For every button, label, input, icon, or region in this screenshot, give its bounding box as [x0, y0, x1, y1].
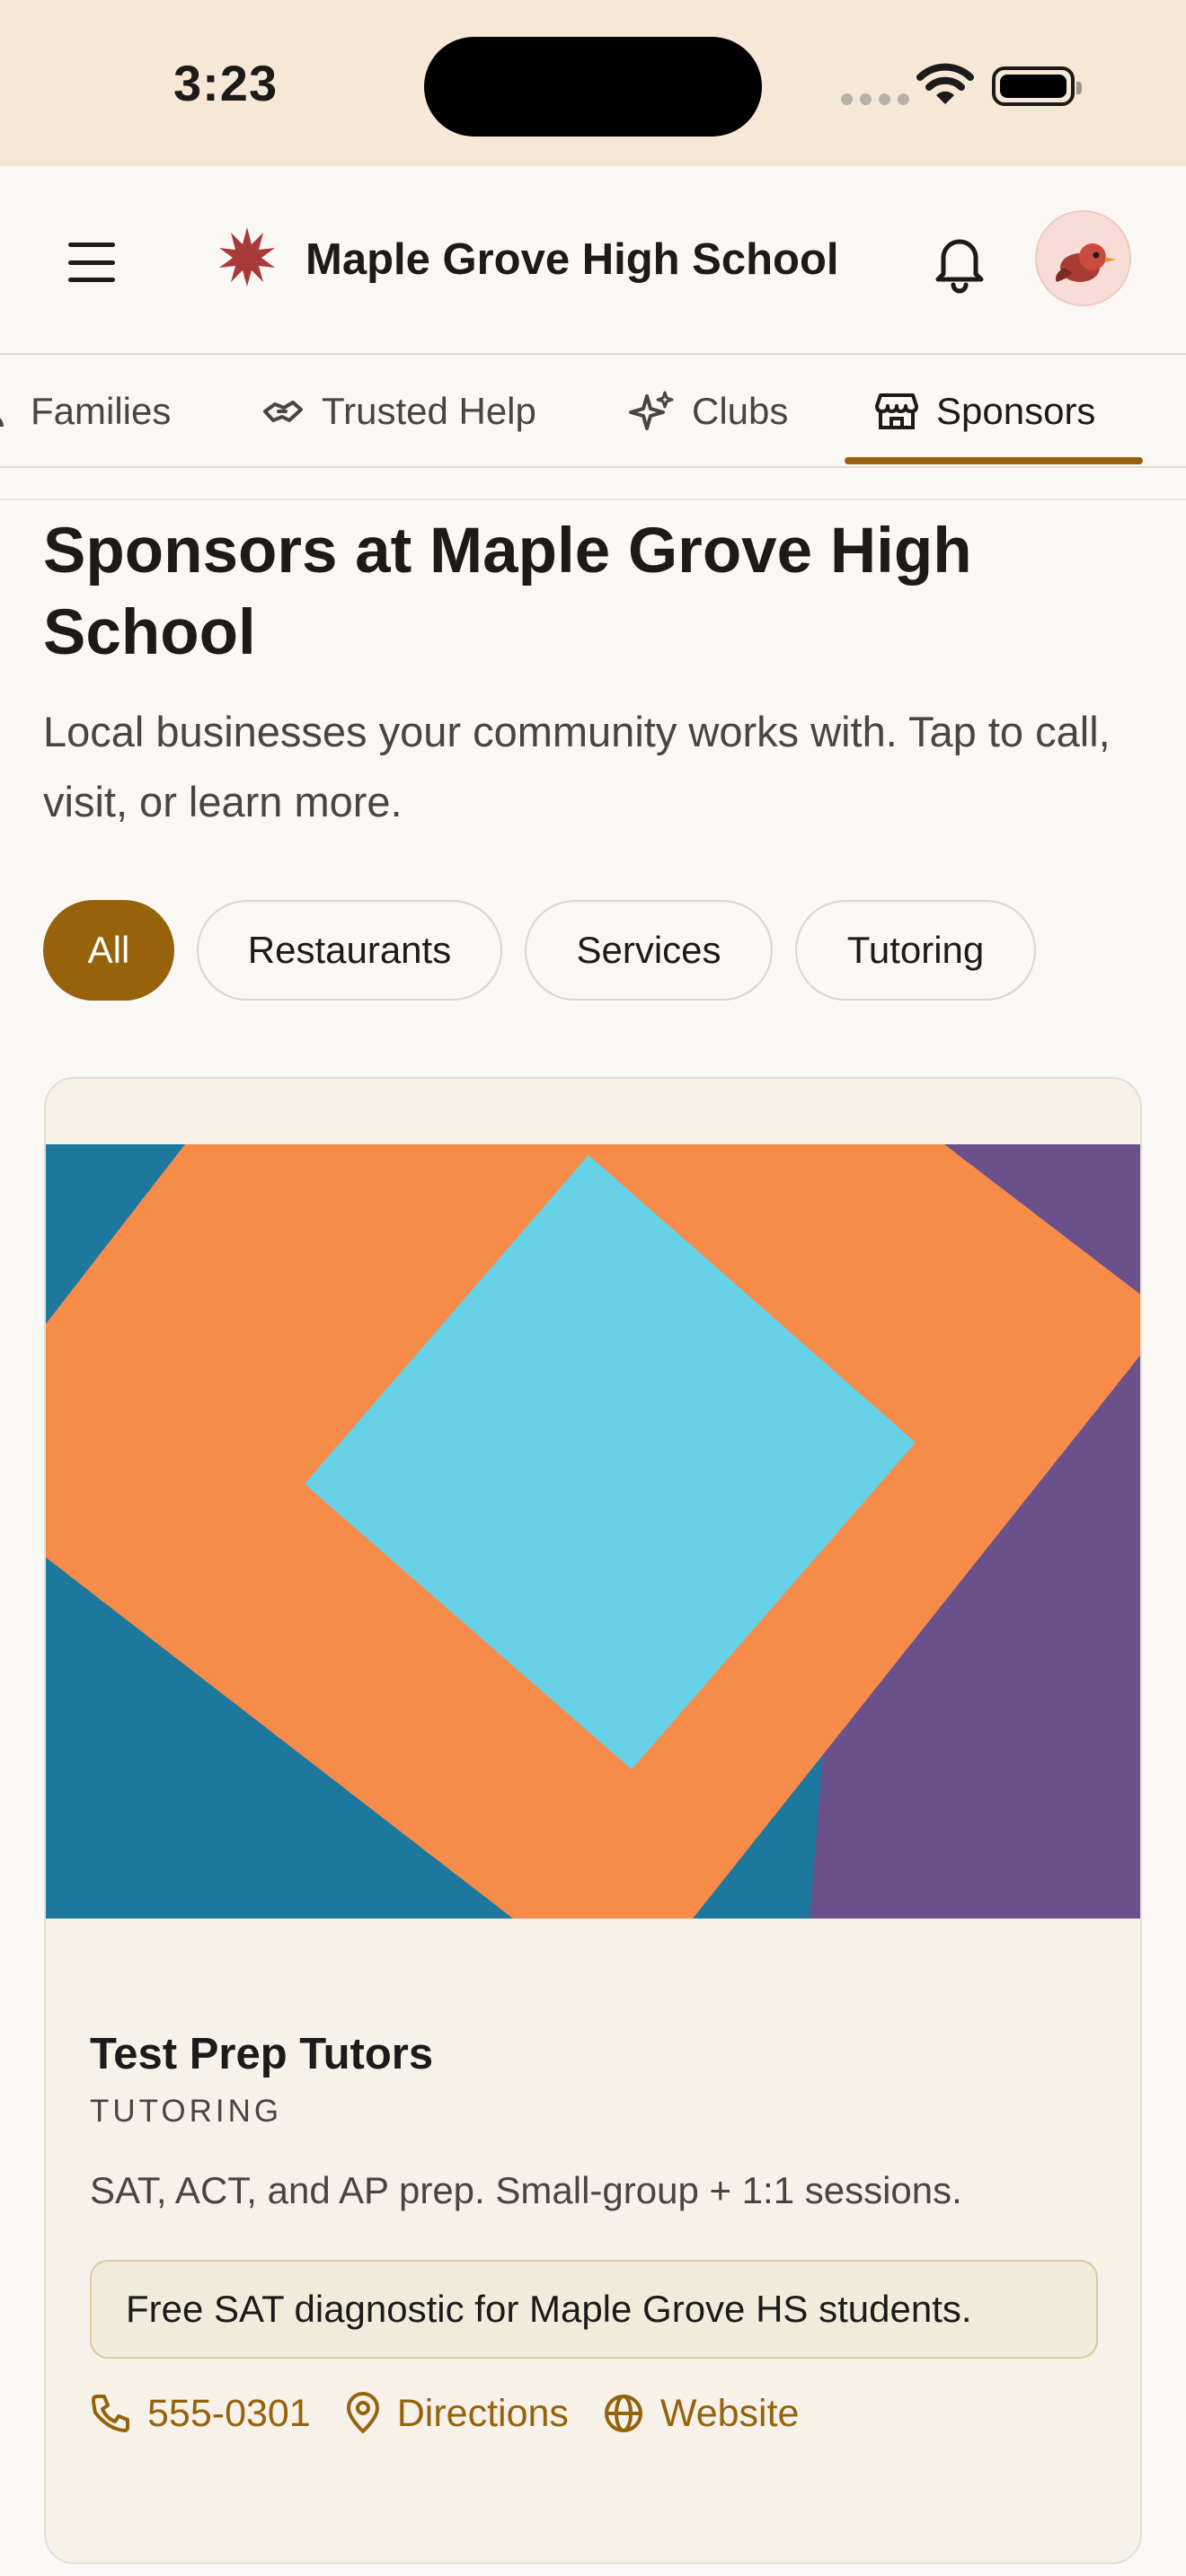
- school-logo-icon: [219, 227, 275, 287]
- globe-icon: [604, 2395, 642, 2432]
- sponsor-offer: Free SAT diagnostic for Maple Grove HS s…: [90, 2260, 1098, 2359]
- storefront-icon: [875, 393, 918, 429]
- map-pin-icon: [346, 2392, 379, 2433]
- active-tab-indicator: [845, 457, 1143, 464]
- website-button[interactable]: Website: [603, 2391, 800, 2436]
- people-icon: [0, 418, 4, 428]
- section-tabs: Families Trusted Help Clubs Sponsors: [0, 355, 1186, 468]
- directions-button[interactable]: Directions: [345, 2392, 569, 2436]
- notification-bell-icon[interactable]: [931, 231, 988, 294]
- wifi-icon: [916, 63, 974, 104]
- page-title: Sponsors at Maple Grove High School: [43, 516, 972, 668]
- filter-chip-services[interactable]: Services: [525, 900, 773, 1001]
- phone-number: 555-0301: [147, 2391, 311, 2435]
- tab-label: Clubs: [692, 390, 789, 432]
- tab-label: Sponsors: [936, 390, 1096, 432]
- divider: [0, 498, 1186, 500]
- status-time: 3:23: [173, 55, 279, 111]
- dynamic-island: [424, 37, 762, 137]
- sponsor-actions: 555-0301 Directions Website: [90, 2378, 833, 2449]
- menu-icon[interactable]: [68, 243, 115, 282]
- battery-icon: [992, 66, 1082, 106]
- tab-sponsors[interactable]: Sponsors: [875, 355, 1095, 468]
- call-button[interactable]: 555-0301: [90, 2392, 311, 2436]
- phone-icon: [92, 2395, 129, 2432]
- filter-chip-restaurants[interactable]: Restaurants: [197, 900, 502, 1001]
- user-avatar[interactable]: [1035, 210, 1131, 306]
- tab-trusted-help[interactable]: Trusted Help: [262, 355, 536, 468]
- top-app-bar: Maple Grove High School: [0, 166, 1186, 355]
- handshake-icon: [263, 401, 303, 422]
- sparkles-icon: [629, 391, 674, 430]
- sponsor-description: SAT, ACT, and AP prep. Small-group + 1:1…: [90, 2169, 962, 2211]
- filter-chip-all[interactable]: All: [43, 900, 174, 1001]
- sponsor-category: TUTORING: [90, 2094, 283, 2129]
- filter-chip-tutoring[interactable]: Tutoring: [795, 900, 1036, 1001]
- sponsor-image: [46, 1144, 1140, 1919]
- bird-avatar-icon: [1056, 243, 1116, 282]
- status-bar: 3:23: [0, 0, 1186, 166]
- sponsor-card[interactable]: Test Prep Tutors TUTORING SAT, ACT, and …: [44, 1077, 1142, 2564]
- tab-families[interactable]: Families: [0, 355, 171, 468]
- tab-clubs[interactable]: Clubs: [629, 355, 788, 468]
- directions-label: Directions: [396, 2391, 569, 2435]
- school-title: Maple Grove High School: [305, 235, 839, 284]
- tab-label: Families: [31, 390, 172, 432]
- sponsor-name: Test Prep Tutors: [90, 2030, 434, 2078]
- cellular-signal-icon: [841, 93, 909, 105]
- tab-label: Trusted Help: [322, 390, 536, 432]
- website-label: Website: [659, 2391, 800, 2435]
- page-subtitle: Local businesses your community works wi…: [43, 708, 1111, 825]
